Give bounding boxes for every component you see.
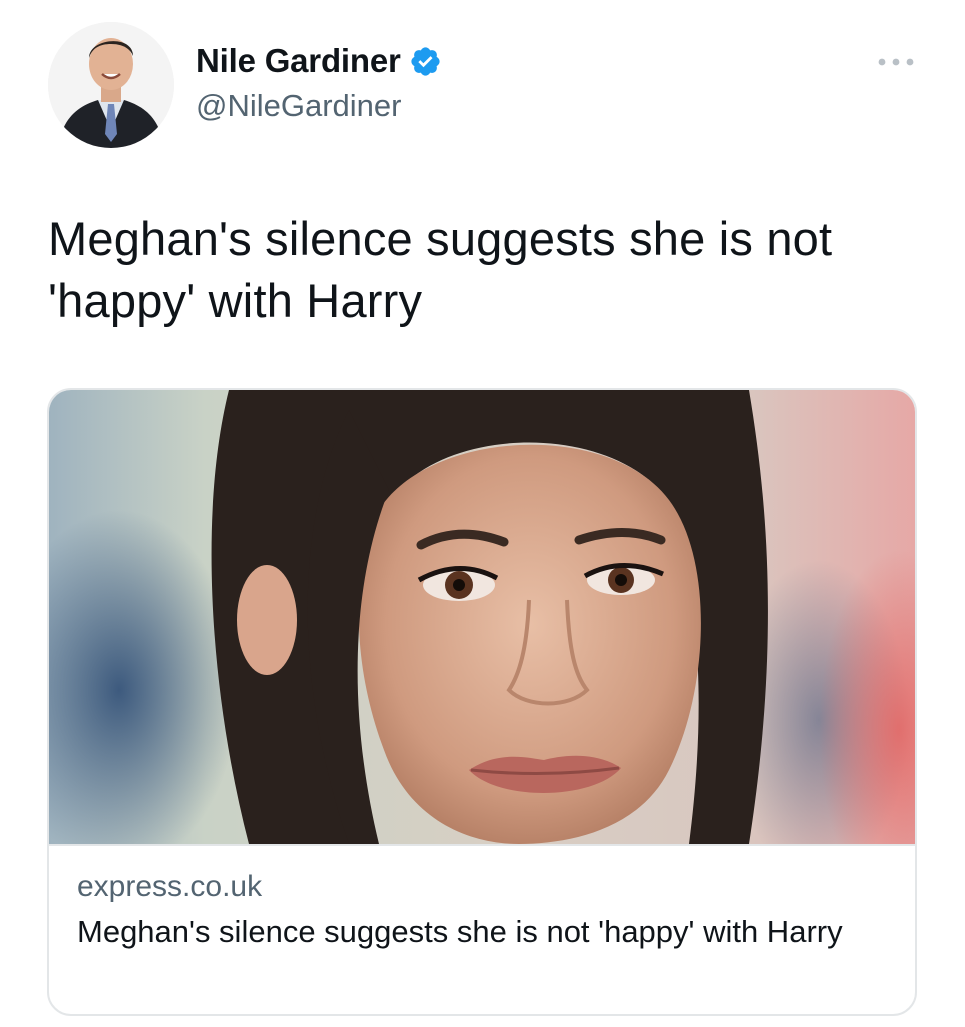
tweet-text: Meghan's silence suggests she is not 'ha…: [48, 212, 833, 327]
verified-badge-icon: [409, 45, 442, 78]
author-display-name[interactable]: Nile Gardiner: [196, 42, 401, 80]
more-horizontal-icon: [878, 58, 914, 66]
link-card-divider: [49, 844, 915, 846]
link-card[interactable]: express.co.uk Meghan's silence suggests …: [47, 388, 917, 1016]
avatar[interactable]: [48, 22, 174, 148]
more-options-button[interactable]: [872, 48, 920, 76]
author-handle[interactable]: @NileGardiner: [196, 88, 401, 124]
link-card-domain: express.co.uk: [77, 870, 263, 903]
link-card-title: Meghan's silence suggests she is not 'ha…: [77, 914, 843, 949]
author-name-row: Nile Gardiner: [196, 38, 442, 84]
link-card-image: [49, 390, 915, 844]
